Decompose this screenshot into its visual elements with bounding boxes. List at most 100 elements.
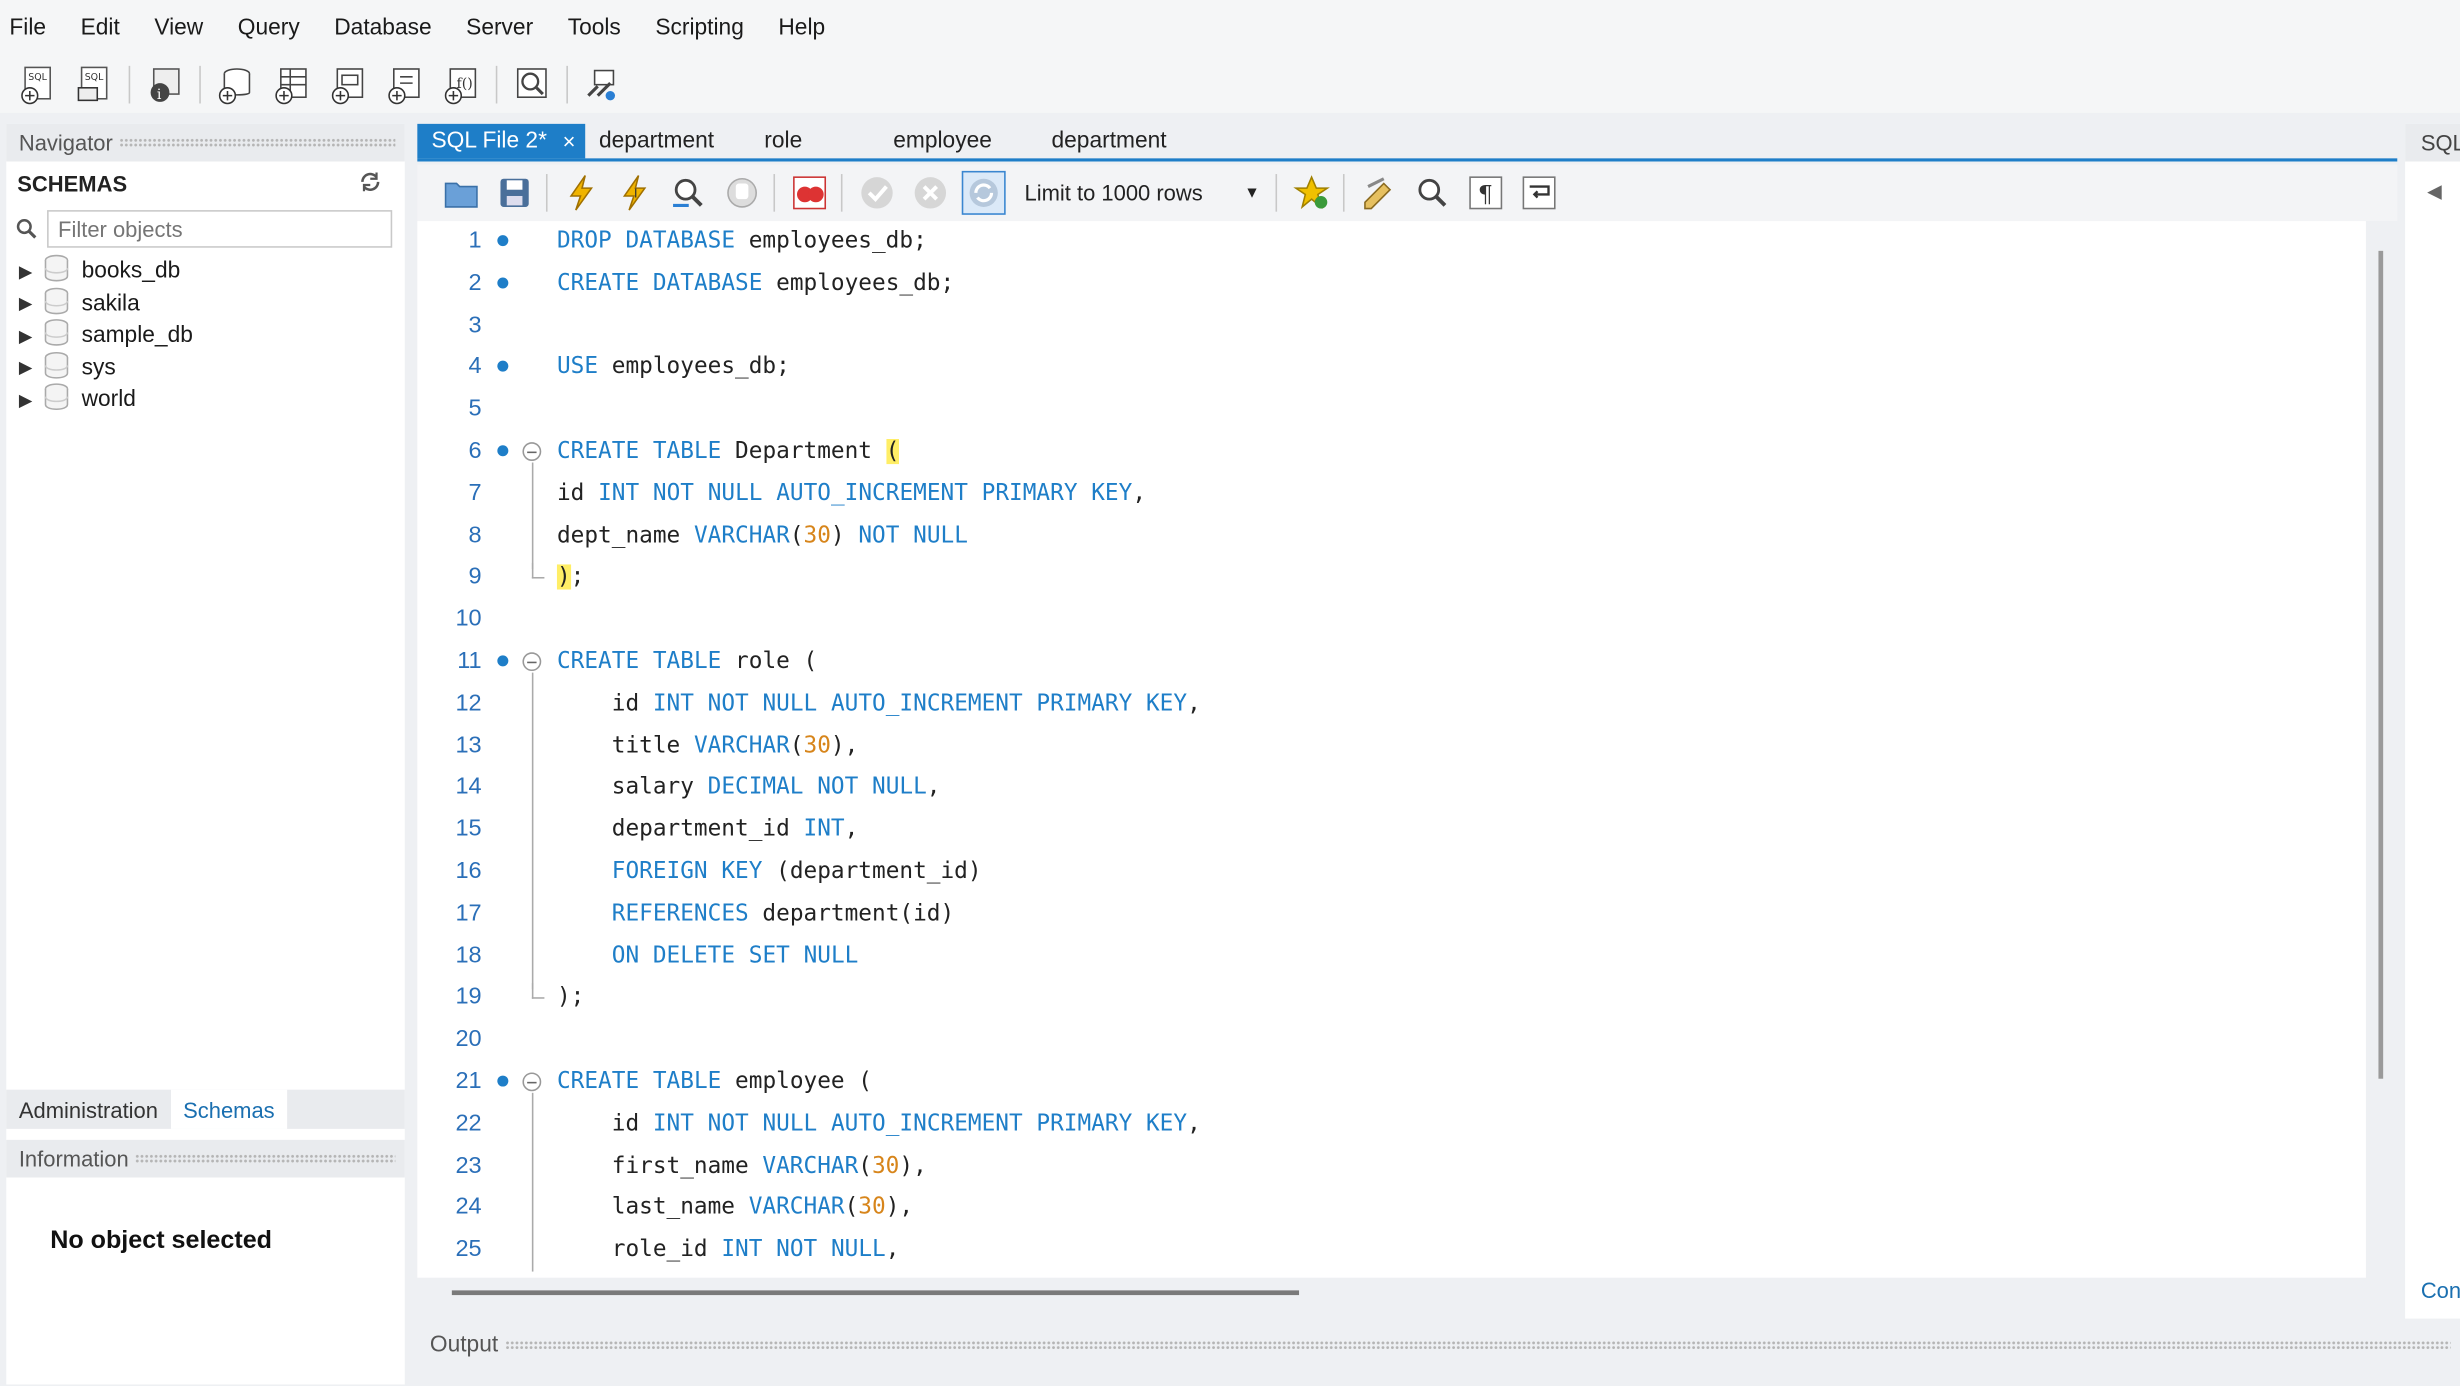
tab-employee[interactable]: employee (879, 124, 1006, 158)
expand-arrow-icon[interactable]: ▶ (19, 294, 44, 314)
code-line: 3 (417, 305, 2366, 347)
line-number: 25 (455, 1235, 482, 1263)
create-view-icon[interactable] (326, 63, 370, 107)
code-text: salary DECIMAL NOT NULL, (556, 775, 941, 801)
schema-item[interactable]: ▶ books_db (6, 255, 405, 288)
output-panel: Output (417, 1328, 2460, 1386)
schema-item[interactable]: ▶ sample_db (6, 319, 405, 352)
explain-icon[interactable] (667, 171, 711, 215)
inspector-icon[interactable]: i (143, 63, 187, 107)
rollback-icon[interactable] (908, 171, 952, 215)
find-icon[interactable] (1410, 171, 1454, 215)
menu-tools[interactable]: Tools (568, 16, 637, 41)
code-line: 21 CREATE TABLE employee ( (417, 1061, 2366, 1103)
expand-arrow-icon[interactable]: ▶ (19, 390, 44, 411)
filter-objects-input[interactable] (47, 210, 393, 248)
horizontal-scrollbar[interactable] (451, 1290, 1300, 1296)
invisible-chars-icon[interactable]: ¶ (1464, 171, 1508, 215)
save-icon[interactable] (493, 171, 537, 215)
fold-toggle-icon[interactable] (522, 1072, 542, 1092)
schema-item[interactable]: ▶ sakila (6, 287, 405, 320)
refresh-icon[interactable] (358, 170, 383, 197)
schema-item[interactable]: ▶ sys (6, 351, 405, 385)
close-icon[interactable]: × (563, 129, 576, 154)
code-line: 15 department_id INT, (417, 809, 2366, 851)
schema-name: sample_db (81, 323, 193, 349)
information-title: Information (18, 1146, 129, 1172)
create-procedure-icon[interactable] (383, 63, 427, 107)
grip-dots (134, 1153, 396, 1164)
line-number: 17 (455, 899, 482, 927)
schema-name: books_db (81, 259, 181, 285)
right-panel-bottom-tab[interactable]: Con (2421, 1278, 2460, 1303)
menu-view[interactable]: View (154, 16, 219, 41)
open-file-icon[interactable] (439, 171, 483, 215)
new-sql-tab-icon[interactable]: SQL (16, 63, 60, 107)
add-snippet-star-icon[interactable] (1290, 171, 1334, 215)
word-wrap-icon[interactable] (1517, 171, 1561, 215)
tab-department-2[interactable]: department (1037, 124, 1180, 158)
line-number: 3 (468, 311, 482, 339)
tab-administration[interactable]: Administration (6, 1090, 170, 1129)
stop-icon[interactable] (720, 171, 764, 215)
expand-arrow-icon[interactable]: ▶ (19, 261, 44, 282)
execute-lightning-icon[interactable] (560, 171, 604, 215)
code-text: id INT NOT NULL AUTO_INCREMENT PRIMARY K… (556, 1111, 1201, 1137)
code-text: CREATE TABLE Department ( (556, 439, 900, 465)
menu-edit[interactable]: Edit (81, 16, 136, 41)
schema-item[interactable]: ▶ world (6, 383, 405, 416)
execute-statement-icon[interactable]: I (613, 171, 657, 215)
code-line: 23 first_name VARCHAR(30), (417, 1145, 2366, 1187)
vertical-scrollbar[interactable] (2378, 250, 2384, 1079)
menu-help[interactable]: Help (778, 16, 840, 41)
right-panel-header: SQL (2405, 123, 2460, 162)
output-title: Output (429, 1332, 499, 1358)
code-line: 12 id INT NOT NULL AUTO_INCREMENT PRIMAR… (417, 683, 2366, 725)
back-arrow-icon[interactable]: ◀ (2427, 180, 2441, 202)
editor-tab-bar: SQL File 2* × department role employee de… (417, 123, 2398, 162)
code-text: department_id INT, (556, 817, 859, 843)
fold-toggle-icon[interactable] (522, 442, 542, 461)
main-toolbar: SQL SQL i f() (0, 56, 2460, 113)
create-function-icon[interactable]: f() (439, 63, 483, 107)
tab-department[interactable]: department (585, 124, 728, 158)
tab-schemas[interactable]: Schemas (170, 1089, 288, 1129)
menu-database[interactable]: Database (334, 16, 447, 41)
line-number: 1 (468, 227, 482, 254)
autocommit-toggle-icon[interactable] (961, 170, 1006, 215)
expand-arrow-icon[interactable]: ▶ (19, 358, 44, 378)
schemas-label: SCHEMAS (17, 170, 128, 196)
expand-arrow-icon[interactable]: ▶ (19, 326, 44, 346)
limit-rows-select[interactable]: Limit to 1000 rows ▼ (1024, 180, 1259, 205)
toggle-error-stop-icon[interactable] (788, 171, 832, 215)
code-text: CREATE TABLE role ( (556, 649, 818, 675)
line-number: 7 (468, 479, 482, 507)
create-schema-icon[interactable] (213, 63, 257, 107)
line-number: 5 (468, 395, 482, 423)
open-sql-script-icon[interactable]: SQL (72, 63, 116, 107)
sql-additions-panel: SQL ◀ Con (2405, 123, 2460, 1319)
menu-scripting[interactable]: Scripting (655, 16, 759, 41)
code-text: last_name VARCHAR(30), (556, 1195, 914, 1221)
commit-icon[interactable] (855, 171, 899, 215)
line-number: 14 (455, 773, 482, 801)
sql-editor[interactable]: 1 DROP DATABASE employees_db; 2 CREATE DATA… (417, 221, 2366, 1278)
svg-text:¶: ¶ (1478, 180, 1493, 208)
tab-sql-file-2[interactable]: SQL File 2* × (417, 123, 585, 159)
fold-toggle-icon[interactable] (522, 652, 542, 672)
tab-role[interactable]: role (750, 124, 816, 158)
statement-marker-icon (497, 361, 509, 373)
menu-file[interactable]: File (9, 16, 61, 41)
code-line: 7 id INT NOT NULL AUTO_INCREMENT PRIMARY … (417, 473, 2366, 515)
code-text: id INT NOT NULL AUTO_INCREMENT PRIMARY K… (556, 481, 1147, 507)
search-table-data-icon[interactable] (510, 63, 554, 107)
menu-server[interactable]: Server (466, 16, 549, 41)
statement-marker-icon (497, 277, 509, 289)
beautify-icon[interactable] (1357, 171, 1401, 215)
code-text: first_name VARCHAR(30), (556, 1153, 927, 1179)
menu-query[interactable]: Query (238, 16, 316, 41)
database-icon (44, 351, 69, 385)
create-table-icon[interactable] (270, 63, 314, 107)
reconnect-icon[interactable] (580, 63, 624, 107)
horizontal-scroll-area (417, 1277, 2366, 1319)
